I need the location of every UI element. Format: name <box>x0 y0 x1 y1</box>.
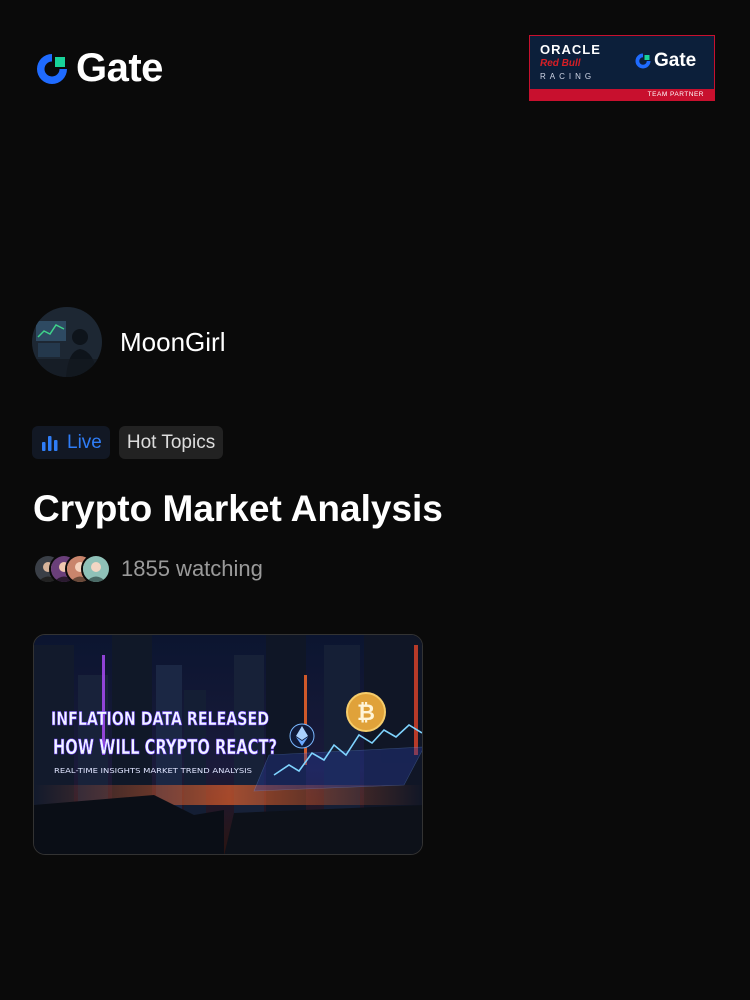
thumbnail-artwork: ₿ INFLATION DATA RELEASED HOW WILL CRYPT… <box>34 635 422 854</box>
viewer-avatars <box>33 554 111 584</box>
partner-racing-text: RACING <box>540 72 596 81</box>
viewer-count-row: 1855 watching <box>33 554 263 584</box>
gate-logo[interactable]: Gate <box>34 46 163 91</box>
thumbnail-subline: REAL-TIME INSIGHTS MARKET TREND ANALYSIS <box>54 767 253 775</box>
bitcoin-coin-icon: ₿ <box>346 692 386 732</box>
partner-oracle-text: ORACLE <box>540 42 601 57</box>
partner-gate-text: Gate <box>654 50 697 71</box>
ethereum-icon <box>289 723 315 749</box>
hot-topics-tag[interactable]: Hot Topics <box>118 426 224 459</box>
host-avatar-image <box>32 307 102 377</box>
host-avatar[interactable] <box>32 307 102 377</box>
partner-gate-logo: Gate <box>634 50 696 72</box>
viewer-avatar <box>81 554 111 584</box>
svg-text:₿: ₿ <box>357 701 375 726</box>
gate-logo-icon <box>37 53 67 84</box>
host-name[interactable]: MoonGirl <box>120 327 225 358</box>
thumbnail-headline-1: INFLATION DATA RELEASED <box>51 708 269 730</box>
live-label: Live <box>67 431 102 453</box>
gate-logo-text: Gate <box>76 46 163 90</box>
thumbnail-headline-2: HOW WILL CRYPTO REACT? <box>53 735 277 759</box>
live-badge[interactable]: Live <box>32 426 110 459</box>
team-partner-banner[interactable]: ORACLE Red Bull RACING Gate TEAM PARTNER <box>529 35 715 101</box>
stream-thumbnail[interactable]: ₿ INFLATION DATA RELEASED HOW WILL CRYPT… <box>33 634 423 855</box>
partner-ribbon: TEAM PARTNER <box>530 89 714 100</box>
tag-row: Live Hot Topics <box>32 426 224 459</box>
partner-redbull-text: Red Bull <box>540 58 581 69</box>
live-bars-icon <box>42 435 58 451</box>
gate-logo-icon <box>635 53 651 69</box>
stream-title: Crypto Market Analysis <box>33 488 443 529</box>
host-profile[interactable]: MoonGirl <box>32 307 225 377</box>
watching-count: 1855 watching <box>121 556 263 581</box>
